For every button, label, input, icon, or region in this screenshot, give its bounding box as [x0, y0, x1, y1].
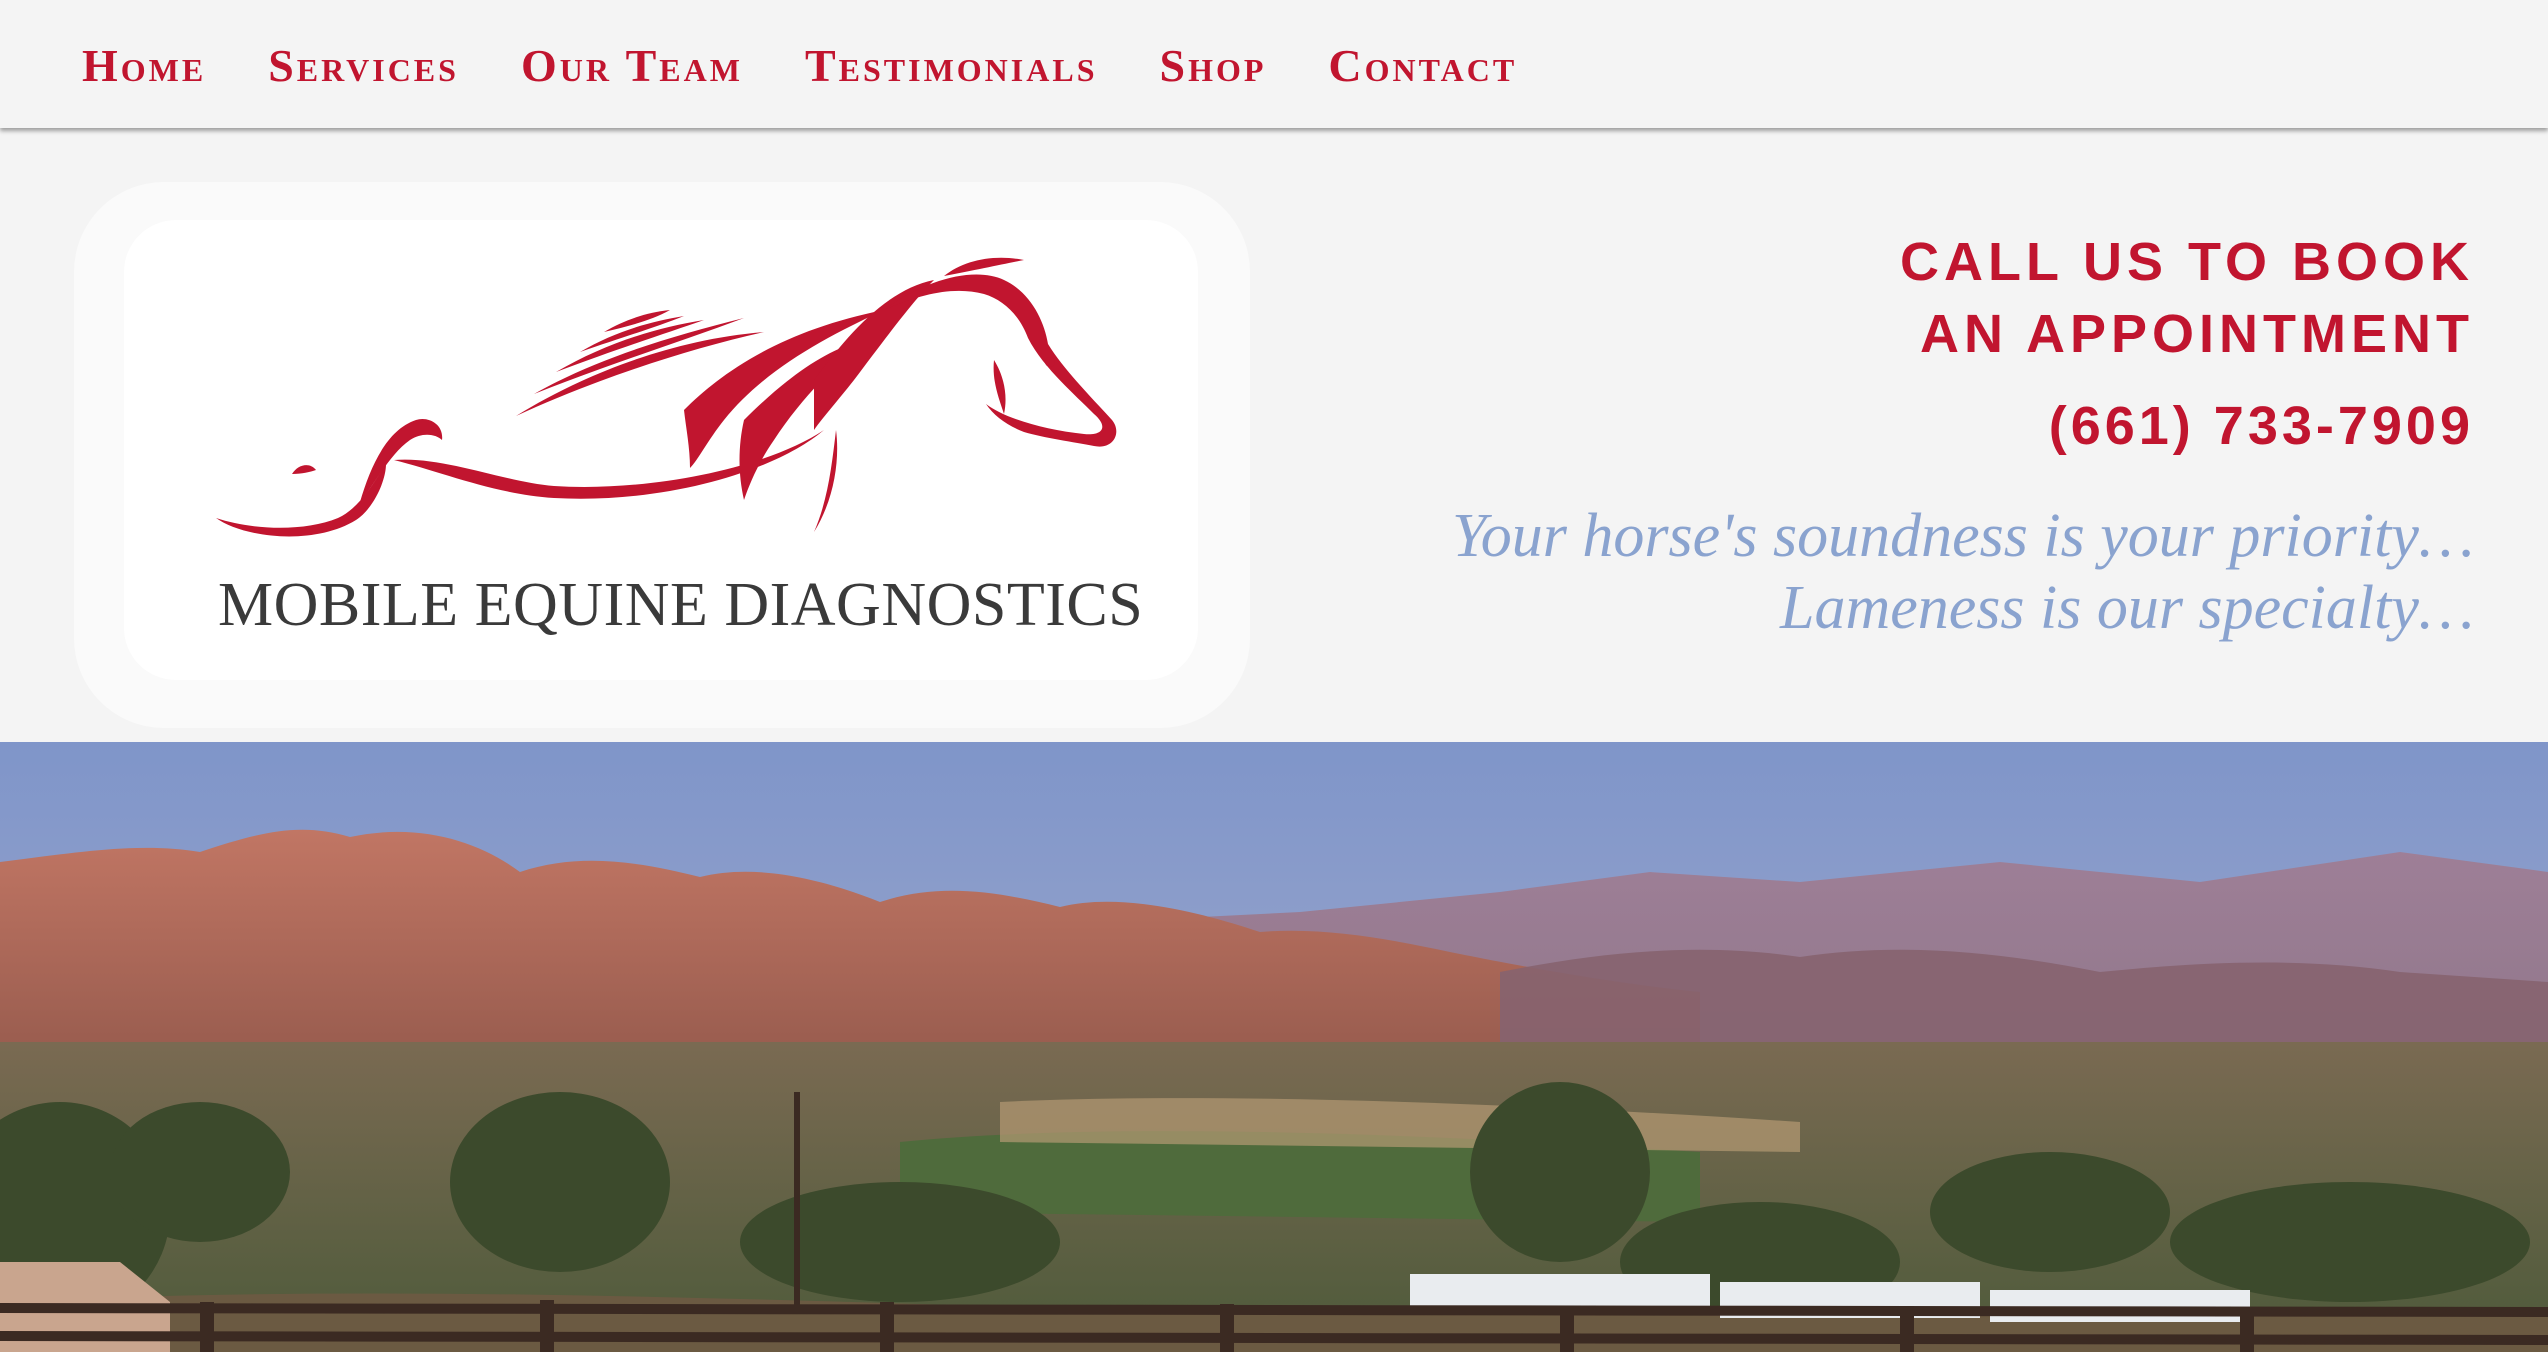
top-navigation-bar: Home Services Our Team Testimonials Shop… — [0, 0, 2548, 128]
cta-heading-line-2: AN APPOINTMENT — [1920, 304, 2474, 364]
running-horse-logo-icon — [216, 257, 1117, 537]
nav-item-our-team[interactable]: Our Team — [521, 38, 743, 94]
cta-heading-line-1: CALL US TO BOOK — [1899, 232, 2474, 292]
nav-item-contact[interactable]: Contact — [1328, 38, 1517, 94]
nav-item-testimonials[interactable]: Testimonials — [805, 38, 1098, 94]
nav-item-home[interactable]: Home — [82, 38, 206, 94]
mountain-valley-landscape-icon — [0, 742, 2548, 1352]
hero-landscape-image — [0, 742, 2548, 1352]
booking-call-to-action: CALL US TO BOOK AN APPOINTMENT (661) 733… — [1900, 226, 2474, 462]
nav-item-services[interactable]: Services — [268, 38, 459, 94]
tagline-line-2: Lameness is our specialty… — [1779, 574, 2474, 642]
nav-item-shop[interactable]: Shop — [1160, 38, 1267, 94]
logo-frame: MOBILE EQUINE DIAGNOSTICS — [74, 182, 1250, 728]
tagline: Your horse's soundness is your priority…… — [1452, 500, 2474, 644]
logo-card[interactable]: MOBILE EQUINE DIAGNOSTICS — [124, 220, 1198, 680]
logo-wordmark: MOBILE EQUINE DIAGNOSTICS — [218, 571, 1144, 639]
tagline-line-1: Your horse's soundness is your priority… — [1451, 502, 2474, 570]
nav-menu: Home Services Our Team Testimonials Shop… — [82, 38, 1579, 94]
phone-number-link[interactable]: (661) 733-7909 — [1900, 390, 2474, 462]
